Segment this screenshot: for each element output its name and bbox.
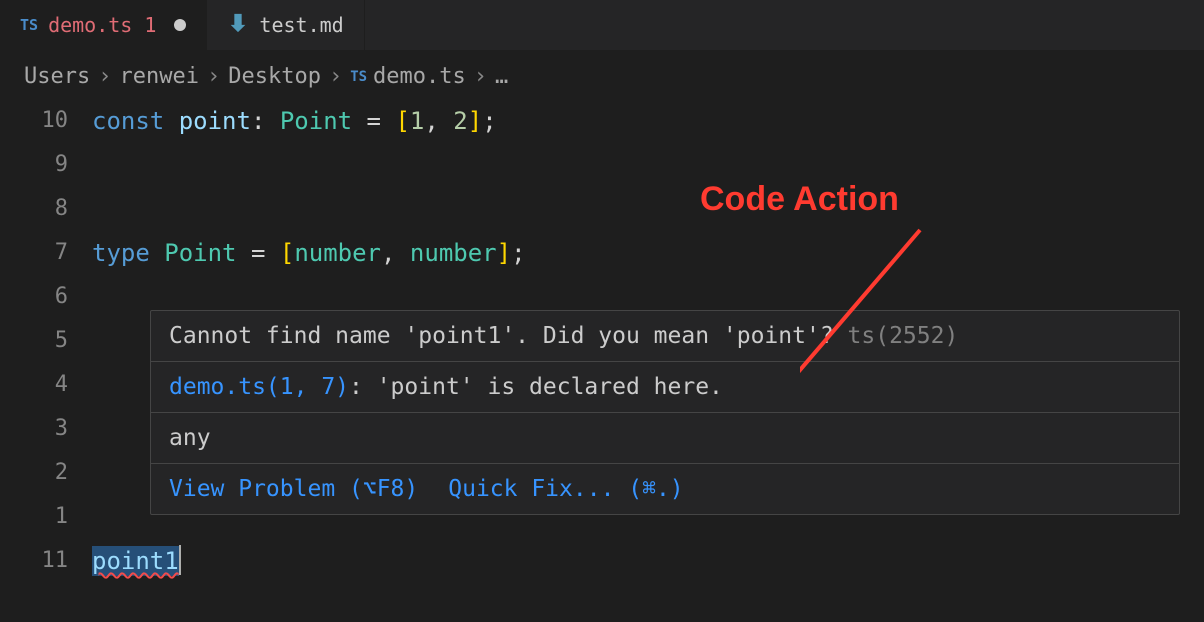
token: 1 <box>410 107 424 135</box>
code-line[interactable]: 11point1 <box>0 539 1204 583</box>
line-number: 6 <box>0 275 92 319</box>
breadcrumb-ellipsis[interactable]: … <box>495 64 508 89</box>
typescript-icon: TS <box>20 16 38 34</box>
line-number: 5 <box>0 319 92 363</box>
chevron-right-icon: › <box>474 64 487 89</box>
line-number: 11 <box>0 539 92 583</box>
token: number <box>294 239 381 267</box>
cursor <box>179 545 181 575</box>
chevron-right-icon: › <box>329 64 342 89</box>
token: , <box>424 107 453 135</box>
breadcrumb-file[interactable]: demo.ts <box>373 64 466 89</box>
view-problem-button[interactable]: View Problem (⌥F8) <box>169 476 418 502</box>
typescript-icon: TS <box>350 69 367 85</box>
quick-fix-button[interactable]: Quick Fix... (⌘.) <box>448 476 683 502</box>
line-number: 2 <box>0 451 92 495</box>
token: point1 <box>92 546 179 576</box>
token: Point <box>164 239 236 267</box>
token: const <box>92 107 164 135</box>
chevron-right-icon: › <box>207 64 220 89</box>
breadcrumb-segment[interactable]: renwei <box>119 64 198 89</box>
line-number: 8 <box>0 187 92 231</box>
token: type <box>92 239 150 267</box>
line-number: 3 <box>0 407 92 451</box>
token: ; <box>511 239 525 267</box>
token: ] <box>497 239 511 267</box>
code-line[interactable]: 8 <box>0 187 1204 231</box>
tooltip-type-info: any <box>151 413 1179 464</box>
declared-link[interactable]: demo.ts(1, 7) <box>169 374 349 400</box>
tab-filename: demo.ts <box>48 13 132 37</box>
tab-test-md[interactable]: test.md <box>207 0 364 50</box>
token <box>150 239 164 267</box>
hover-tooltip: Cannot find name 'point1'. Did you mean … <box>150 310 1180 515</box>
token: ; <box>482 107 496 135</box>
tooltip-error-message: Cannot find name 'point1'. Did you mean … <box>151 311 1179 362</box>
token: : <box>251 107 280 135</box>
breadcrumb-segment[interactable]: Users <box>24 64 90 89</box>
token: number <box>410 239 497 267</box>
code-line[interactable]: 9 <box>0 143 1204 187</box>
tab-demo-ts[interactable]: TS demo.ts 1 <box>0 0 207 50</box>
code-content[interactable]: point1 <box>92 539 1204 583</box>
tabs-container: TS demo.ts 1 test.md <box>0 0 1204 50</box>
chevron-right-icon: › <box>98 64 111 89</box>
breadcrumb[interactable]: Users › renwei › Desktop › TS demo.ts › … <box>0 50 1204 99</box>
token: ] <box>468 107 482 135</box>
token: , <box>381 239 410 267</box>
token <box>164 107 178 135</box>
code-content[interactable]: type Point = [number, number]; <box>92 231 1204 275</box>
token: = <box>352 107 395 135</box>
token: point <box>179 107 251 135</box>
token: Point <box>280 107 352 135</box>
tab-filename: test.md <box>259 13 343 37</box>
markdown-icon <box>227 12 249 39</box>
code-line[interactable]: 7type Point = [number, number]; <box>0 231 1204 275</box>
line-number: 1 <box>0 495 92 539</box>
token: = <box>237 239 280 267</box>
line-number: 4 <box>0 363 92 407</box>
breadcrumb-segment[interactable]: Desktop <box>228 64 321 89</box>
line-number: 10 <box>0 99 92 143</box>
error-code: ts(2552) <box>848 323 959 349</box>
tab-problem-count: 1 <box>144 13 156 37</box>
token: 2 <box>453 107 467 135</box>
tooltip-actions: View Problem (⌥F8) Quick Fix... (⌘.) <box>151 464 1179 514</box>
code-content[interactable]: const point: Point = [1, 2]; <box>92 99 1204 143</box>
token: [ <box>395 107 409 135</box>
token: [ <box>280 239 294 267</box>
code-line[interactable]: 10const point: Point = [1, 2]; <box>0 99 1204 143</box>
tooltip-declared-here: demo.ts(1, 7): 'point' is declared here. <box>151 362 1179 413</box>
error-text: Cannot find name 'point1'. Did you mean … <box>169 323 834 349</box>
type-text: any <box>169 425 211 451</box>
dirty-indicator-icon <box>174 19 186 31</box>
line-number: 7 <box>0 231 92 275</box>
line-number: 9 <box>0 143 92 187</box>
declared-text: : 'point' is declared here. <box>349 374 723 400</box>
